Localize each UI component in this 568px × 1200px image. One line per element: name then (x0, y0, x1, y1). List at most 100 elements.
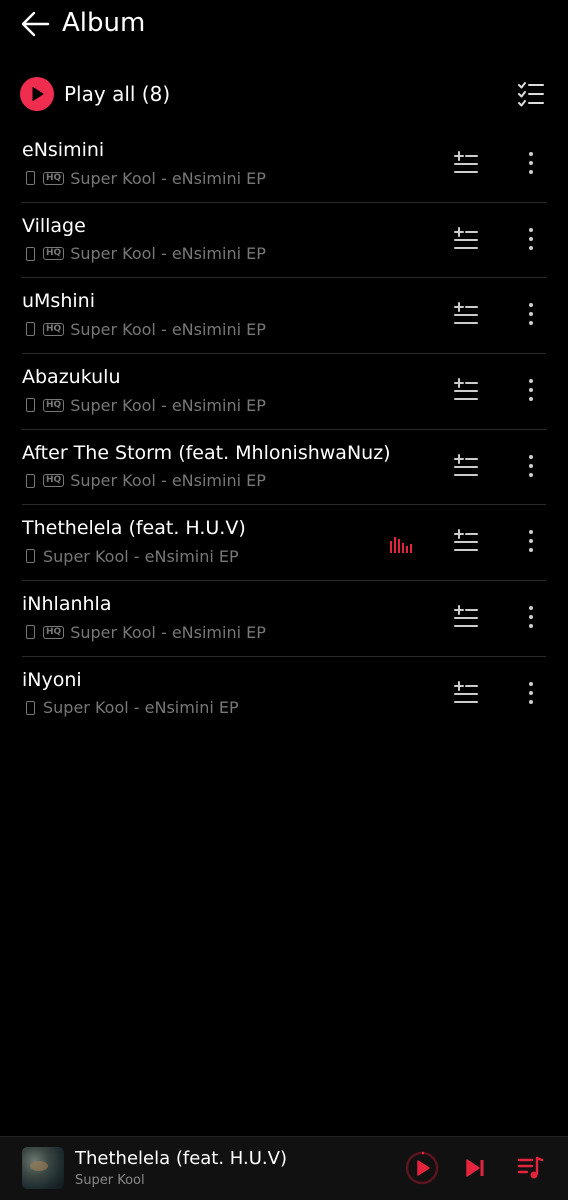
more-dot (529, 472, 533, 477)
album-cover-thumbnail[interactable] (22, 1147, 64, 1189)
playlist-queue-button[interactable] (516, 1155, 544, 1181)
play-pause-button[interactable] (405, 1151, 439, 1185)
track-row[interactable]: iNhlanhla HQ Super Kool - eNsimini EP (0, 581, 568, 657)
track-title: iNhlanhla (22, 593, 112, 616)
more-options-button[interactable] (518, 225, 544, 253)
track-subtitle-row: Super Kool - eNsimini EP (22, 545, 239, 567)
track-row[interactable]: iNyoni Super Kool - eNsimini EP (0, 657, 568, 733)
more-dot (529, 624, 533, 629)
back-button[interactable] (18, 8, 52, 40)
track-artist-album: Super Kool - eNsimini EP (43, 546, 239, 566)
play-all-button[interactable]: Play all (8) (20, 76, 170, 112)
more-dot (529, 379, 533, 384)
more-options-button[interactable] (518, 679, 544, 707)
more-options-button[interactable] (518, 300, 544, 328)
track-title: iNyoni (22, 668, 82, 691)
hq-badge: HQ (43, 322, 65, 336)
more-dot (529, 245, 533, 250)
track-title: After The Storm (feat. MhlonishwaNuz) (22, 441, 391, 464)
track-title: eNsimini (22, 139, 105, 161)
track-artist-album: Super Kool - eNsimini EP (70, 471, 266, 491)
add-to-playlist-button[interactable] (452, 452, 480, 480)
arrow-left-icon (21, 11, 50, 37)
checklist-icon (518, 82, 544, 107)
more-dot (529, 312, 533, 317)
next-track-button[interactable] (462, 1155, 488, 1181)
playlist-add-icon (454, 453, 478, 476)
track-row[interactable]: Abazukulu HQ Super Kool - eNsimini EP (0, 354, 568, 430)
local-device-icon (26, 473, 35, 488)
track-row[interactable]: Village HQ Super Kool - eNsimini EP (0, 203, 568, 279)
track-subtitle-row: HQ Super Kool - eNsimini EP (22, 318, 266, 340)
playlist-add-icon (454, 605, 478, 628)
now-playing-artist: Super Kool (75, 1173, 145, 1188)
track-artist-album: Super Kool - eNsimini EP (70, 244, 266, 264)
play-progress-icon (405, 1151, 439, 1185)
local-device-icon (26, 398, 35, 413)
mini-player[interactable]: Thethelela (feat. H.U.V) Super Kool (0, 1136, 568, 1200)
track-title: uMshini (22, 290, 95, 313)
now-playing-title: Thethelela (feat. H.U.V) (75, 1148, 287, 1169)
track-artist-album: Super Kool - eNsimini EP (70, 319, 266, 339)
track-title: Village (22, 214, 86, 237)
local-device-icon (26, 625, 35, 640)
track-artist-album: Super Kool - eNsimini EP (70, 395, 266, 415)
track-title: Abazukulu (22, 366, 121, 389)
track-subtitle-row: HQ Super Kool - eNsimini EP (22, 470, 266, 492)
add-to-playlist-button[interactable] (452, 527, 480, 555)
add-to-playlist-button[interactable] (452, 225, 480, 253)
playlist-add-icon (454, 529, 478, 552)
add-to-playlist-button[interactable] (452, 603, 480, 631)
more-dot (529, 161, 533, 165)
track-row[interactable]: eNsimini HQ Super Kool - eNsimini EP (0, 127, 568, 203)
track-list: eNsimini HQ Super Kool - eNsimini EP Villag… (0, 127, 568, 733)
more-dot (529, 321, 533, 326)
more-dot (529, 236, 533, 241)
track-artist-album: Super Kool - eNsimini EP (70, 622, 266, 642)
more-dot (529, 170, 533, 174)
more-dot (529, 548, 533, 553)
add-to-playlist-button[interactable] (452, 376, 480, 404)
local-device-icon (26, 700, 35, 715)
playlist-add-icon (454, 680, 478, 703)
track-subtitle-row: HQ Super Kool - eNsimini EP (22, 621, 266, 643)
playlist-add-icon (454, 378, 478, 401)
track-artist-album: Super Kool - eNsimini EP (70, 168, 266, 188)
add-to-playlist-button[interactable] (452, 149, 480, 177)
skip-next-icon (466, 1159, 484, 1177)
play-all-row: Play all (8) (0, 72, 568, 116)
more-dot (529, 681, 533, 686)
local-device-icon (26, 322, 35, 337)
track-row[interactable]: uMshini HQ Super Kool - eNsimini EP (0, 278, 568, 355)
playlist-add-icon (454, 226, 478, 249)
more-options-button[interactable] (518, 603, 544, 631)
track-row[interactable]: Thethelela (feat. H.U.V) Super Kool - eNs… (0, 505, 568, 582)
more-options-button[interactable] (518, 376, 544, 404)
more-dot (529, 227, 533, 232)
more-dot (529, 606, 533, 611)
more-dot (529, 690, 533, 695)
more-dot (529, 397, 533, 402)
hq-badge: HQ (43, 171, 65, 185)
hq-badge: HQ (43, 398, 65, 412)
more-dot (529, 539, 533, 544)
more-options-button[interactable] (518, 149, 544, 177)
playlist-add-icon (454, 302, 478, 325)
add-to-playlist-button[interactable] (452, 679, 480, 707)
play-icon (32, 87, 44, 101)
multi-select-button[interactable] (516, 80, 546, 110)
track-subtitle-row: Super Kool - eNsimini EP (22, 697, 239, 719)
track-subtitle-row: HQ Super Kool - eNsimini EP (22, 243, 266, 265)
more-dot (529, 388, 533, 393)
add-to-playlist-button[interactable] (452, 300, 480, 328)
track-artist-album: Super Kool - eNsimini EP (43, 698, 239, 718)
track-row[interactable]: After The Storm (feat. MhlonishwaNuz) HQ S… (0, 430, 568, 506)
more-options-button[interactable] (518, 527, 544, 555)
more-dot (529, 530, 533, 535)
track-title: Thethelela (feat. H.U.V) (22, 517, 246, 540)
track-subtitle-row: HQ Super Kool - eNsimini EP (22, 394, 266, 416)
more-dot (529, 152, 533, 156)
local-device-icon (26, 171, 35, 185)
more-options-button[interactable] (518, 452, 544, 480)
playlist-icon (517, 1156, 544, 1179)
